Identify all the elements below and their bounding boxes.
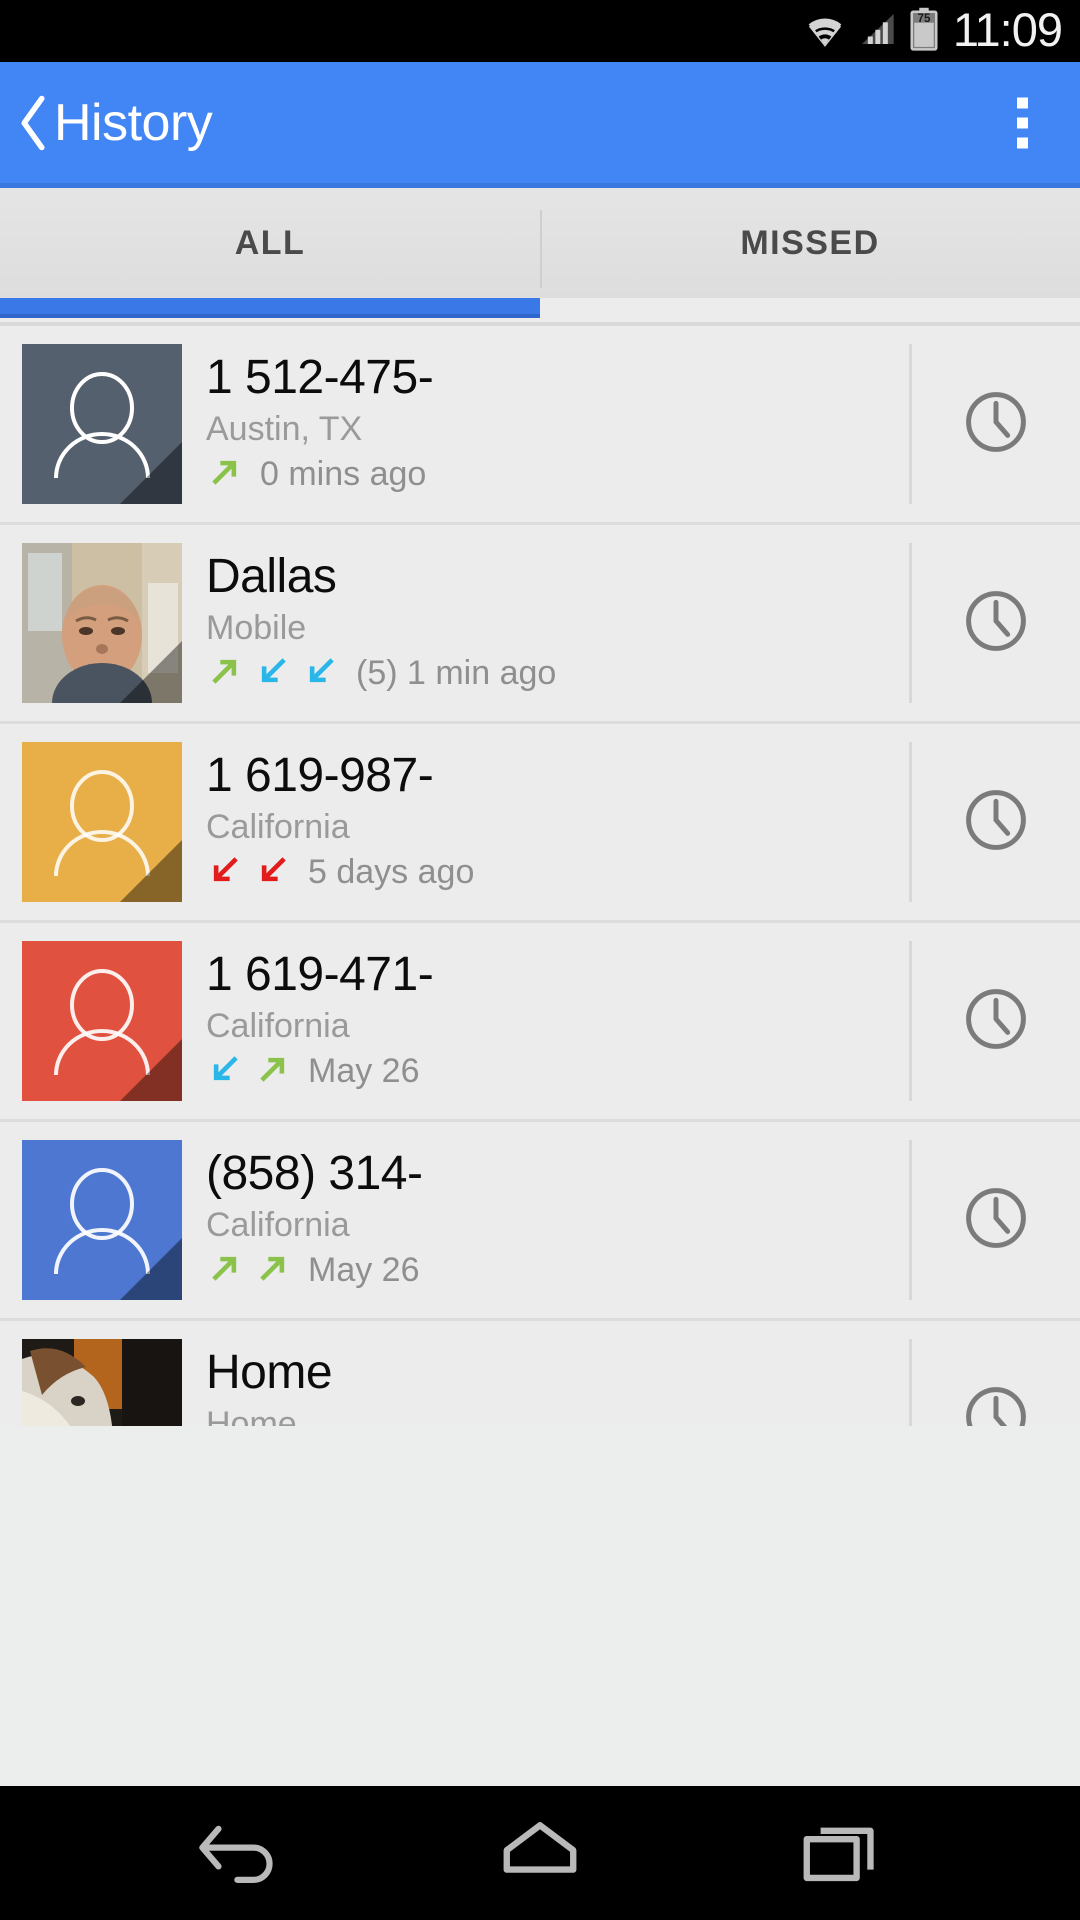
outgoing-call-icon — [206, 453, 244, 496]
call-type-arrows — [206, 1249, 292, 1292]
phone-screen: 75 11:09 History ALL MISSED 1 512-475- A… — [0, 0, 1080, 1920]
row-text: Dallas Mobile (5) 1 min ago — [206, 551, 909, 695]
contact-name: 1 619-471- — [206, 948, 434, 1002]
outgoing-call-icon — [206, 1249, 244, 1292]
missed-call-icon — [206, 851, 244, 894]
clock-icon — [961, 1183, 1031, 1258]
avatar[interactable] — [22, 1140, 182, 1300]
incoming-call-icon — [302, 652, 340, 695]
table-row[interactable]: Home Home May 26 — [0, 1321, 1080, 1426]
tab-missed[interactable]: MISSED — [540, 188, 1080, 298]
call-meta: 0 mins ago — [206, 453, 909, 496]
call-details-button[interactable] — [912, 724, 1080, 920]
row-text: Home Home May 26 — [206, 1347, 909, 1426]
page-title: History — [54, 93, 213, 152]
avatar[interactable] — [22, 1339, 182, 1426]
call-list-scroll[interactable]: 1 512-475- Austin, TX 0 mins ago Dallas … — [0, 326, 1080, 1426]
home-nav-icon[interactable] — [480, 1798, 600, 1908]
call-details-button[interactable] — [912, 525, 1080, 721]
table-row[interactable]: 1 619-471- California May 26 — [0, 923, 1080, 1122]
avatar[interactable] — [22, 742, 182, 902]
contact-name: Home — [206, 1346, 333, 1400]
action-bar: History — [0, 62, 1080, 188]
call-meta: May 26 — [206, 1050, 909, 1093]
table-row[interactable]: 1 619-987- California 5 days ago — [0, 724, 1080, 923]
svg-text:75: 75 — [917, 12, 930, 25]
call-details-button[interactable] — [912, 923, 1080, 1119]
avatar[interactable] — [22, 941, 182, 1101]
clock-icon — [961, 1382, 1031, 1426]
tab-all-label: ALL — [234, 223, 306, 262]
clock-icon — [961, 586, 1031, 661]
call-time: 0 mins ago — [260, 454, 427, 493]
contact-name: Dallas — [206, 550, 337, 604]
call-type-arrows — [206, 652, 340, 695]
tab-all[interactable]: ALL — [0, 188, 540, 298]
tab-indicator-track — [0, 298, 1080, 322]
avatar-fold — [120, 840, 182, 902]
avatar-fold — [120, 641, 182, 703]
call-type-arrows — [206, 1050, 292, 1093]
contact-subtitle: California — [206, 807, 350, 846]
recents-nav-icon[interactable] — [780, 1798, 900, 1908]
row-text: 1 512-475- Austin, TX 0 mins ago — [206, 352, 909, 496]
wifi-icon — [803, 9, 847, 54]
row-text: 1 619-471- California May 26 — [206, 949, 909, 1093]
contact-photo — [22, 1339, 182, 1426]
status-icons: 75 — [803, 7, 941, 56]
contact-name: 1 512-475- — [206, 351, 434, 405]
clock-icon — [961, 387, 1031, 462]
call-meta: May 26 — [206, 1249, 909, 1292]
call-type-arrows — [206, 851, 292, 894]
clock-icon — [961, 984, 1031, 1059]
cellular-signal-icon — [857, 9, 897, 54]
call-time: May 26 — [308, 1051, 420, 1090]
call-list: 1 512-475- Austin, TX 0 mins ago Dallas … — [0, 326, 1080, 1426]
call-type-arrows — [206, 453, 244, 496]
table-row[interactable]: (858) 314- California May 26 — [0, 1122, 1080, 1321]
outgoing-call-icon — [254, 1050, 292, 1093]
status-bar: 75 11:09 — [0, 0, 1080, 62]
android-nav-bar — [0, 1786, 1080, 1920]
call-meta: 5 days ago — [206, 851, 909, 894]
clock-icon — [961, 785, 1031, 860]
contact-name: (858) 314- — [206, 1147, 423, 1201]
call-time: May 26 — [308, 1250, 420, 1289]
back-nav-icon[interactable] — [180, 1798, 300, 1908]
missed-call-icon — [254, 851, 292, 894]
call-time: 5 days ago — [308, 852, 475, 891]
call-details-button[interactable] — [912, 1321, 1080, 1426]
row-text: (858) 314- California May 26 — [206, 1148, 909, 1292]
row-text: 1 619-987- California 5 days ago — [206, 750, 909, 894]
contact-subtitle: Mobile — [206, 608, 307, 647]
contact-subtitle: California — [206, 1006, 350, 1045]
overflow-menu-icon[interactable] — [1007, 87, 1038, 158]
avatar[interactable] — [22, 543, 182, 703]
call-details-button[interactable] — [912, 1122, 1080, 1318]
status-bar-clock: 11:09 — [952, 2, 1063, 56]
incoming-call-icon — [206, 1050, 244, 1093]
contact-subtitle: California — [206, 1205, 350, 1244]
contact-subtitle: Austin, TX — [206, 409, 363, 448]
avatar-fold — [120, 1238, 182, 1300]
outgoing-call-icon — [206, 652, 244, 695]
tab-bar: ALL MISSED — [0, 188, 1080, 326]
avatar[interactable] — [22, 344, 182, 504]
back-chevron-icon[interactable] — [18, 95, 48, 150]
call-meta: (5) 1 min ago — [206, 652, 909, 695]
incoming-call-icon — [254, 652, 292, 695]
tab-indicator — [0, 298, 540, 318]
call-time: (5) 1 min ago — [356, 653, 557, 692]
battery-icon: 75 — [907, 7, 941, 56]
avatar-fold — [120, 442, 182, 504]
tab-missed-label: MISSED — [740, 223, 880, 262]
table-row[interactable]: Dallas Mobile (5) 1 min ago — [0, 525, 1080, 724]
call-details-button[interactable] — [912, 326, 1080, 522]
outgoing-call-icon — [254, 1249, 292, 1292]
avatar-fold — [120, 1039, 182, 1101]
table-row[interactable]: 1 512-475- Austin, TX 0 mins ago — [0, 326, 1080, 525]
contact-subtitle: Home — [206, 1404, 297, 1426]
contact-name: 1 619-987- — [206, 749, 434, 803]
